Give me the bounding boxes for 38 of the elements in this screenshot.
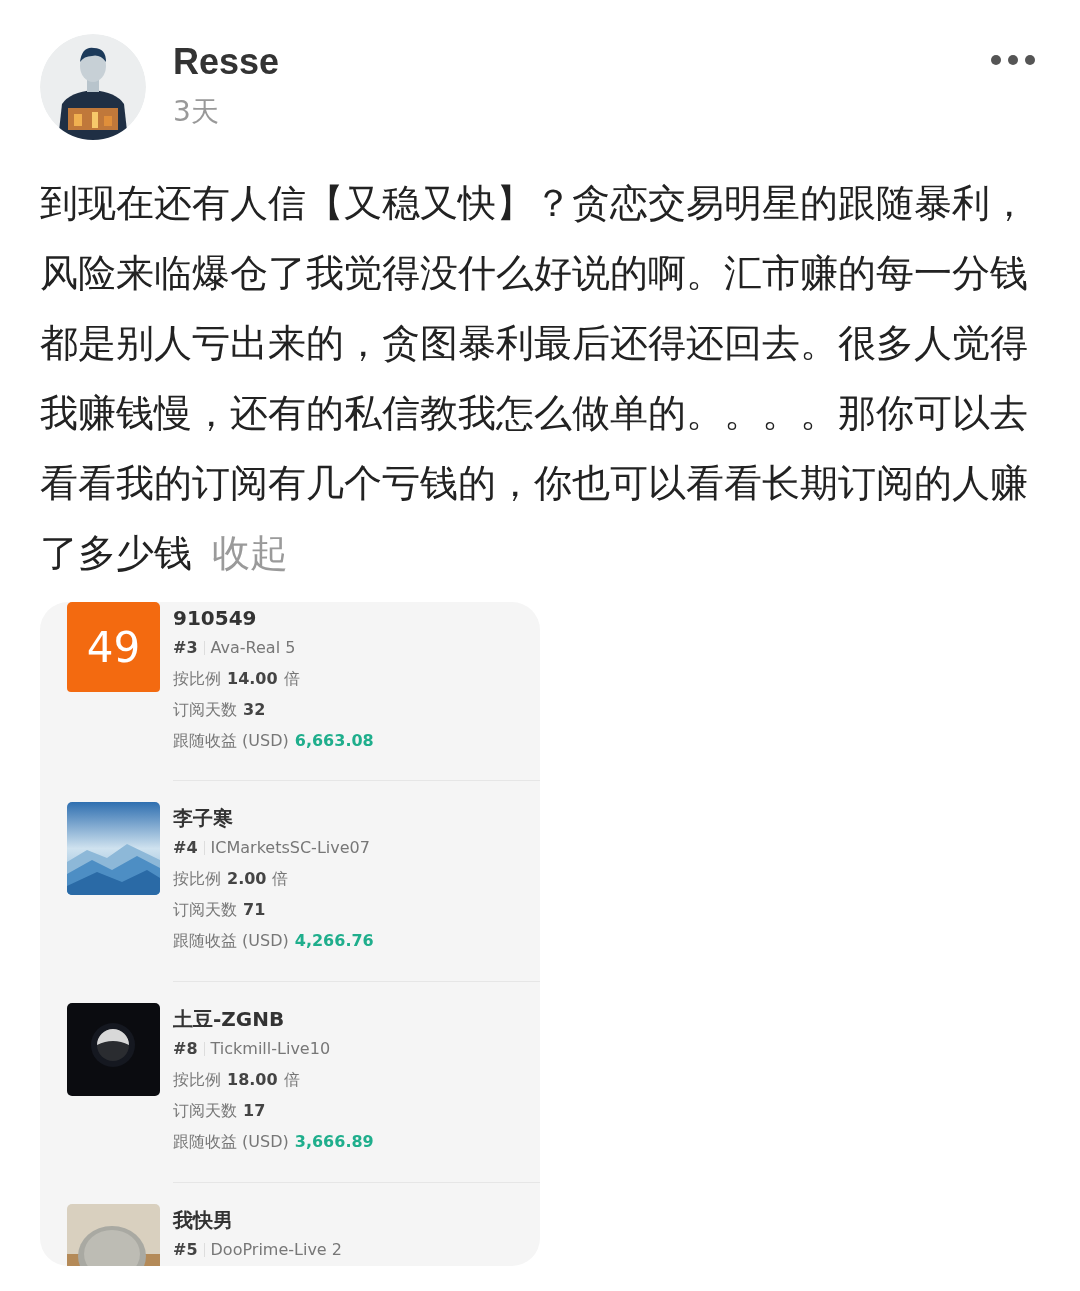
server-name: Tickmill-Live10	[210, 1038, 331, 1060]
profit-value: 6,663.08	[294, 730, 374, 752]
ratio-unit: 倍	[272, 868, 289, 890]
rank: #4	[173, 837, 198, 859]
ratio-unit: 倍	[283, 1069, 300, 1091]
days-value: 32	[243, 699, 266, 721]
ratio-label: 按比例	[173, 1069, 221, 1091]
profit-label: 跟随收益 (USD)	[173, 1131, 289, 1153]
rank: #3	[173, 637, 198, 659]
server-name: DooPrime-Live 2	[210, 1239, 342, 1261]
post-text: 到现在还有人信【又稳又快】？贪恋交易明星的跟随暴利，风险来临爆仓了我觉得没什么好说的啊。汇市赚的每一分钱都是别人亏出来的，贪图暴利最后还得还回去。很多人觉得我赚钱慢，还有的私信教我怎么做单的。。。。那你可以去看看我的订阅有几个亏钱的，你也可以看看长期订阅的人赚了多少钱 收起	[40, 180, 1029, 577]
ratio-value: 14.00	[227, 668, 278, 690]
profit-label: 跟随收益 (USD)	[173, 730, 289, 752]
trader-name[interactable]: 李子寒	[173, 804, 540, 832]
days-label: 订阅天数	[173, 899, 237, 921]
rank: #8	[173, 1038, 198, 1060]
trader-name[interactable]: 土豆-ZGNB	[173, 1005, 540, 1033]
rank: #5	[173, 1239, 198, 1261]
days-value: 17	[243, 1100, 266, 1122]
profit-value: 4,266.76	[294, 930, 374, 952]
profit-value: 3,666.89	[294, 1131, 374, 1153]
profit-label: 跟随收益 (USD)	[173, 930, 289, 952]
days-value: 71	[243, 899, 266, 921]
author-name[interactable]: Resse	[173, 40, 990, 84]
trader-name[interactable]: 我快男	[173, 1206, 540, 1234]
score-badge: 49	[67, 602, 160, 692]
days-label: 订阅天数	[173, 699, 237, 721]
server-name: Ava-Real 5	[210, 637, 296, 659]
post-time: 3天	[173, 94, 220, 130]
ratio-label: 按比例	[173, 868, 221, 890]
trader-name[interactable]: 910549	[173, 604, 540, 632]
ratio-value: 2.00	[227, 868, 267, 890]
more-icon[interactable]	[990, 54, 1036, 66]
ratio-value: 18.00	[227, 1069, 278, 1091]
server-name: ICMarketsSC-Live07	[210, 837, 370, 859]
ratio-label: 按比例	[173, 668, 221, 690]
days-label: 订阅天数	[173, 1100, 237, 1122]
ratio-unit: 倍	[283, 668, 300, 690]
